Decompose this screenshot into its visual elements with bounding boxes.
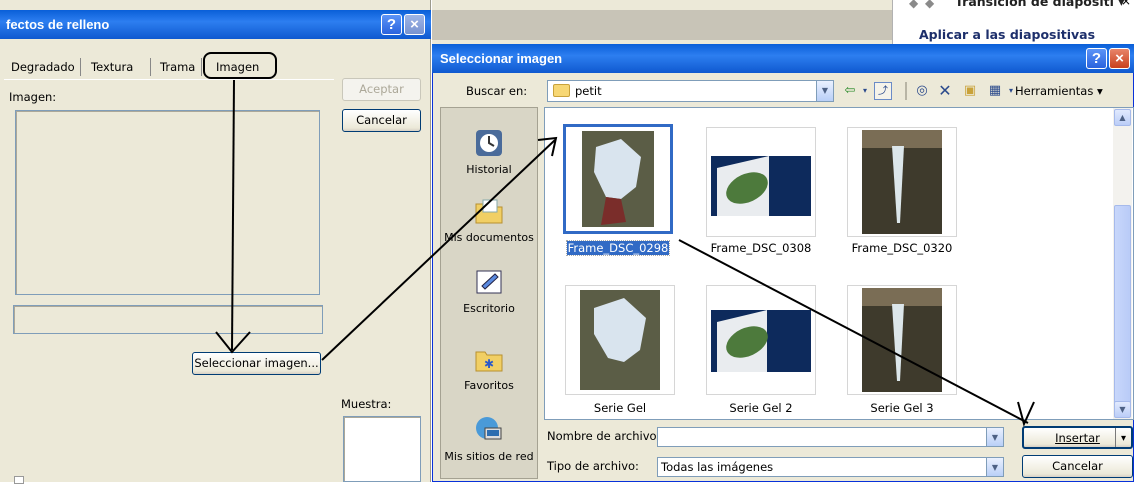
icicle-photo-icon — [862, 288, 942, 392]
preview-label: Muestra: — [341, 397, 392, 411]
scroll-up-icon[interactable]: ▲ — [1114, 109, 1131, 126]
tab-strip-divider — [4, 79, 334, 80]
ice-photo-icon — [582, 131, 654, 227]
delete-icon[interactable]: ✕ — [936, 82, 954, 100]
file-thumbnail[interactable] — [706, 285, 816, 395]
insert-dropdown-icon[interactable]: ▾ — [1115, 428, 1131, 447]
scrollbar-thumb[interactable] — [1114, 205, 1131, 410]
place-favorites[interactable]: ✱ Favoritos — [441, 343, 537, 392]
look-in-value: petit — [575, 84, 602, 98]
ice-photo-icon — [580, 290, 660, 390]
filetype-label: Tipo de archivo: — [547, 459, 639, 473]
file-name-label[interactable]: Frame_DSC_0298 — [553, 240, 683, 256]
fill-effects-titlebar[interactable]: fectos de relleno ? × — [0, 10, 431, 39]
search-web-icon[interactable]: ◎ — [912, 82, 932, 100]
tab-textura[interactable]: Textura — [86, 56, 138, 79]
place-network[interactable]: Mis sitios de red — [441, 414, 537, 463]
slide-transition-pane: ◆ ◆ Transición de diapositi ▾ × Aplicar … — [892, 0, 1134, 44]
back-dropdown-icon[interactable]: ▾ — [860, 82, 870, 100]
preview-box — [343, 416, 421, 482]
views-icon[interactable]: ▦ — [985, 82, 1005, 100]
file-thumbnail[interactable] — [565, 285, 675, 395]
file-name-label[interactable]: Serie Gel — [555, 401, 685, 415]
tools-menu[interactable]: Herramientas ▾ — [1015, 84, 1103, 98]
cancel-button[interactable]: Cancelar — [342, 109, 421, 132]
select-image-label: Seleccionar imagen... — [194, 356, 319, 370]
accept-button[interactable]: Aceptar — [342, 78, 421, 101]
file-name-label[interactable]: Serie Gel 3 — [837, 401, 967, 415]
place-desktop[interactable]: Escritorio — [441, 266, 537, 315]
close-button[interactable]: × — [404, 14, 425, 35]
tab-trama[interactable]: Trama — [155, 56, 200, 79]
select-image-title: Seleccionar imagen — [440, 51, 563, 66]
leaf-photo-icon — [711, 310, 811, 372]
task-pane-title[interactable]: Transición de diapositi ▾ — [955, 0, 1125, 9]
image-label: Imagen: — [9, 90, 57, 104]
select-image-titlebar[interactable]: Seleccionar imagen ? × — [432, 44, 1134, 73]
chevron-down-icon[interactable]: ▼ — [986, 458, 1003, 476]
tab-divider — [201, 58, 202, 76]
chevron-down-icon[interactable]: ▼ — [816, 81, 833, 101]
fill-effects-title: fectos de relleno — [6, 17, 110, 32]
my-documents-icon — [475, 199, 503, 224]
forward-arrow-icon[interactable]: ◆ — [925, 0, 934, 10]
look-in-combobox[interactable]: petit ▼ — [547, 80, 834, 102]
history-icon — [476, 130, 502, 156]
file-thumbnail[interactable] — [847, 285, 957, 395]
file-thumbnail[interactable] — [563, 124, 673, 234]
look-in-label: Buscar en: — [466, 84, 528, 98]
back-icon[interactable]: ⇦ — [841, 82, 859, 100]
image-preview-box — [15, 110, 320, 295]
icicle-photo-icon — [862, 130, 942, 234]
file-name-label[interactable]: Frame_DSC_0320 — [837, 241, 967, 255]
file-thumbnail[interactable] — [847, 127, 957, 237]
new-folder-icon[interactable]: ▣ — [960, 82, 980, 100]
checkbox[interactable] — [14, 476, 24, 484]
filename-input[interactable]: ▼ — [657, 427, 1004, 447]
chevron-down-icon[interactable]: ▼ — [986, 428, 1003, 446]
filename-label: Nombre de archivo: — [547, 429, 661, 443]
svg-text:✱: ✱ — [484, 357, 494, 371]
desktop-icon — [476, 270, 502, 294]
close-button[interactable]: × — [1109, 48, 1130, 69]
help-button[interactable]: ? — [381, 14, 402, 35]
scroll-down-icon[interactable]: ▼ — [1114, 401, 1131, 418]
insert-button[interactable]: Insertar ▾ — [1022, 426, 1133, 449]
place-history[interactable]: Historial — [441, 127, 537, 176]
filetype-select[interactable]: Todas las imágenes ▼ — [657, 457, 1004, 477]
file-thumbnail[interactable] — [706, 127, 816, 237]
folder-icon — [553, 84, 570, 97]
tab-divider — [80, 58, 81, 76]
back-arrow-icon[interactable]: ◆ — [909, 0, 918, 10]
tab-divider — [150, 58, 151, 76]
network-places-icon — [476, 417, 502, 440]
task-pane-close-icon[interactable]: × — [1121, 0, 1131, 8]
file-name-label[interactable]: Serie Gel 2 — [696, 401, 826, 415]
tab-highlight-annotation — [203, 52, 277, 79]
apply-to-slides-label: Aplicar a las diapositivas — [919, 27, 1096, 42]
cancel-button[interactable]: Cancelar — [1022, 455, 1133, 478]
place-my-documents[interactable]: Mis documentos — [441, 195, 537, 244]
tab-degradado[interactable]: Degradado — [6, 56, 80, 79]
image-name-field — [13, 305, 323, 334]
select-image-button[interactable]: Seleccionar imagen... — [192, 352, 321, 375]
up-folder-icon[interactable]: ⤴ — [874, 82, 892, 100]
task-pane-bar — [432, 10, 892, 40]
help-button[interactable]: ? — [1086, 48, 1107, 69]
file-name-label[interactable]: Frame_DSC_0308 — [696, 241, 826, 255]
toolbar-separator — [905, 82, 907, 100]
leaf-photo-icon — [711, 156, 811, 216]
favorites-icon: ✱ — [475, 351, 503, 372]
